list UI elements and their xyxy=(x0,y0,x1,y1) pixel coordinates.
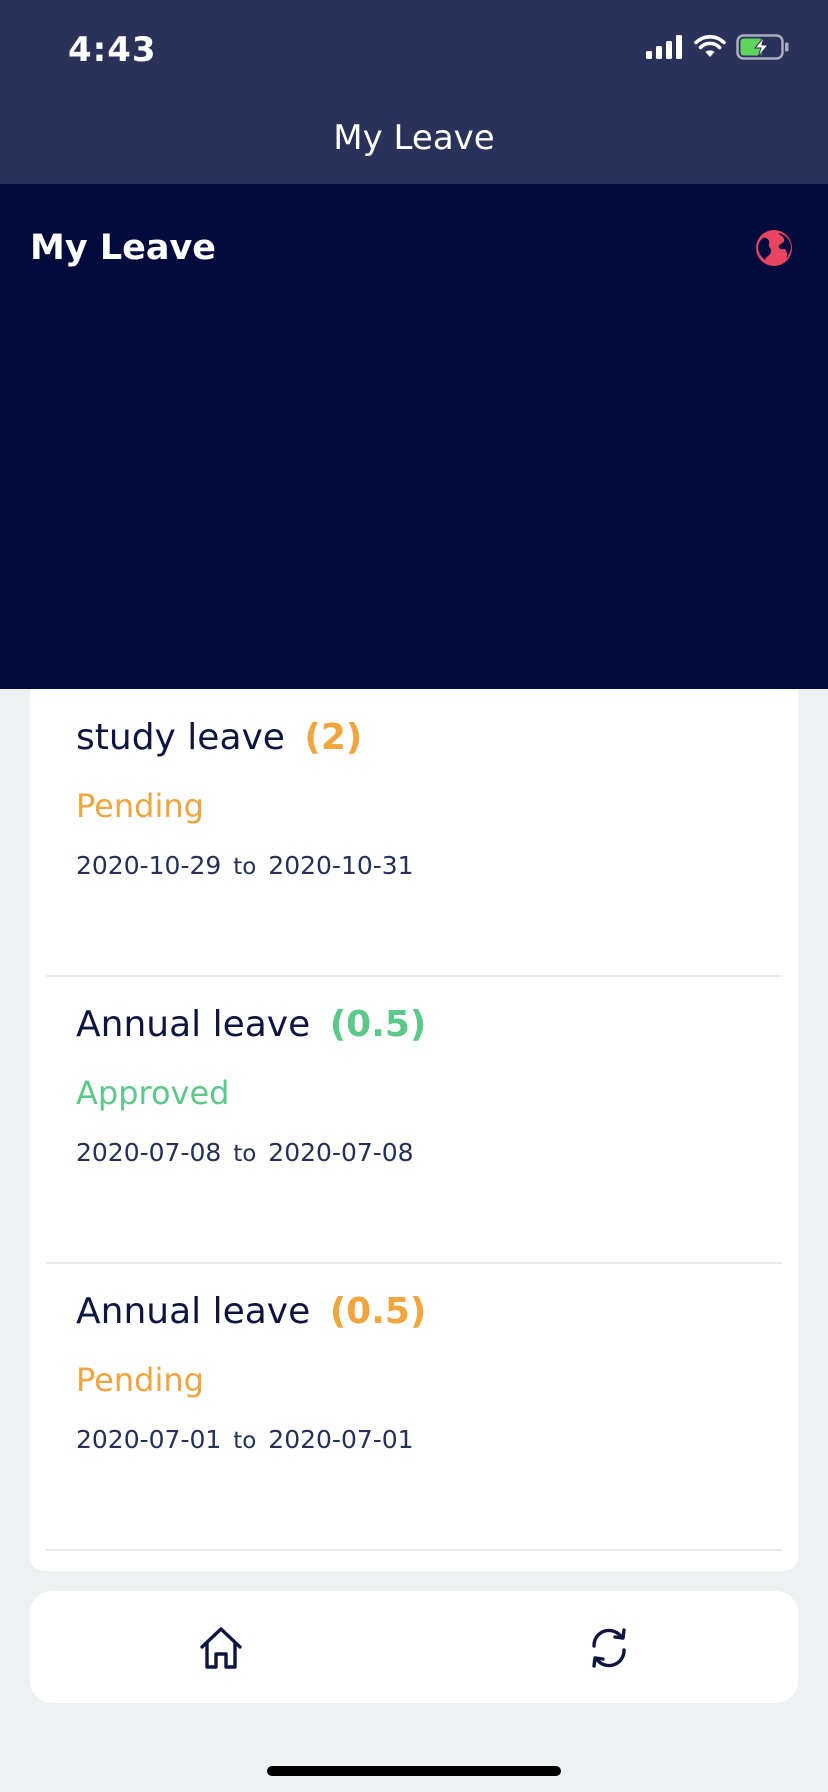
leave-end-date: 2020-07-01 xyxy=(268,1425,414,1454)
leave-item[interactable]: Annual leave (0.5) Approved 2020-07-08 t… xyxy=(46,976,782,1264)
home-icon xyxy=(200,1627,242,1669)
leave-title: Annual leave (0.5) xyxy=(76,1004,426,1045)
leave-item[interactable]: Annual leave (0.5) Pending 2020-07-01 to… xyxy=(46,1263,782,1551)
status-time: 4:43 xyxy=(68,30,157,70)
leave-start-date: 2020-10-29 xyxy=(76,851,222,880)
nav-title: My Leave xyxy=(333,118,495,158)
leave-type: Annual leave xyxy=(76,1004,311,1045)
leave-status: Pending xyxy=(76,787,204,825)
globe-button[interactable] xyxy=(754,228,794,268)
leave-type: study leave xyxy=(76,717,285,758)
leave-start-date: 2020-07-01 xyxy=(76,1425,222,1454)
leave-title: study leave (2) xyxy=(76,717,362,758)
globe-icon xyxy=(756,230,792,266)
home-button[interactable] xyxy=(196,1623,246,1673)
battery-charging-icon xyxy=(736,34,789,60)
leave-days-count: (2) xyxy=(304,717,363,758)
date-separator: to xyxy=(233,1141,257,1167)
leave-status: Pending xyxy=(76,1361,204,1399)
date-separator: to xyxy=(233,1428,257,1454)
leave-date-range: 2020-07-08 to 2020-07-08 xyxy=(76,1138,414,1167)
date-separator: to xyxy=(233,854,257,880)
leave-type: Annual leave xyxy=(76,1291,311,1332)
leave-days-count: (0.5) xyxy=(329,1291,427,1332)
wifi-icon xyxy=(694,35,726,57)
refresh-icon xyxy=(592,1628,626,1668)
leave-start-date: 2020-07-08 xyxy=(76,1138,222,1167)
status-icons xyxy=(646,34,790,60)
leave-status: Approved xyxy=(76,1074,230,1112)
hero-header: My Leave xyxy=(0,184,828,689)
leave-list: study leave (2) Pending 2020-10-29 to 20… xyxy=(30,689,798,1571)
leave-date-range: 2020-07-01 to 2020-07-01 xyxy=(76,1425,414,1454)
leave-title: Annual leave (0.5) xyxy=(76,1291,426,1332)
home-indicator[interactable] xyxy=(267,1766,561,1776)
leave-date-range: 2020-10-29 to 2020-10-31 xyxy=(76,851,414,880)
leave-item[interactable]: study leave (2) Pending 2020-10-29 to 20… xyxy=(46,689,782,977)
leave-end-date: 2020-10-31 xyxy=(268,851,414,880)
leave-end-date: 2020-07-08 xyxy=(268,1138,414,1167)
bottom-tab-bar xyxy=(30,1591,798,1703)
refresh-button[interactable] xyxy=(584,1623,634,1673)
signal-icon xyxy=(646,35,682,59)
navigation-bar: 4:43 My Leave xyxy=(0,0,828,184)
leave-days-count: (0.5) xyxy=(329,1004,427,1045)
page-title: My Leave xyxy=(30,228,217,268)
